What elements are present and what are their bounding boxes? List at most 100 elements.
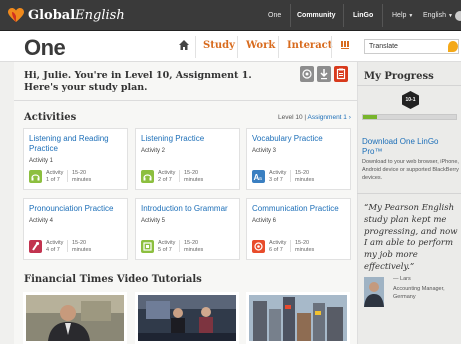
tab-study[interactable]: Study xyxy=(203,40,235,51)
activity-duration: 15-20 minutes xyxy=(72,170,92,183)
activity-duration: 15-20 minutes xyxy=(72,240,92,253)
target-button[interactable] xyxy=(300,66,314,82)
topnav-one[interactable]: One xyxy=(268,0,281,31)
activity-title[interactable]: Listening Practice xyxy=(141,134,239,144)
download-button[interactable] xyxy=(317,66,331,82)
activity-title[interactable]: Pronounciation Practice xyxy=(29,204,127,214)
video-thumbnail-2[interactable] xyxy=(135,292,239,344)
activity-duration: 15-20 minutes xyxy=(184,240,204,253)
video-tutorials-title: Financial Times Video Tutorials xyxy=(24,274,202,285)
apps-grid-icon[interactable] xyxy=(341,41,349,49)
level-badge-label: 10-1 xyxy=(405,97,416,103)
activity-title[interactable]: Communication Practice xyxy=(252,204,350,214)
activity-title[interactable]: Vocabulary Practice xyxy=(252,134,350,144)
progress-bar xyxy=(362,114,457,120)
testimonial-quote: “My Pearson English study plan kept me p… xyxy=(364,203,458,272)
topnav-separator xyxy=(382,4,383,27)
greeting-line-1: Hi, Julie. You're in Level 10, Assignmen… xyxy=(24,70,252,81)
chevron-down-icon: ▼ xyxy=(408,12,414,19)
svg-text:a: a xyxy=(259,176,262,182)
activity-number: Activity 6 xyxy=(252,218,277,224)
communication-icon xyxy=(252,240,265,253)
activity-card-1[interactable]: Listening and Reading Practice Activity … xyxy=(23,128,128,190)
greeting-line-2: Here's your study plan. xyxy=(24,82,148,93)
download-lingo-link[interactable]: Download One LinGo Pro™ xyxy=(362,137,457,157)
grammar-icon xyxy=(141,240,154,253)
activity-number: Activity 4 xyxy=(29,218,54,224)
level-info: Level 10 | Assignment 1 › xyxy=(278,114,351,121)
gear-icon[interactable] xyxy=(455,11,461,21)
level-label: Level 10 xyxy=(278,114,303,121)
clipboard-button[interactable] xyxy=(334,66,348,82)
progress-bar-fill xyxy=(363,115,377,119)
activity-count: Activity 2 of 7 xyxy=(158,170,176,183)
testimonial-photo xyxy=(364,277,384,307)
topnav-community[interactable]: Community xyxy=(297,0,336,31)
globalenglish-logo-icon[interactable] xyxy=(8,8,24,23)
meta-separator xyxy=(179,170,180,182)
activity-card-3[interactable]: Vocabulary Practice Activity 3 Aa Activi… xyxy=(246,128,351,190)
assignment-link[interactable]: Assignment 1 xyxy=(308,114,347,121)
activity-number: Activity 5 xyxy=(141,218,166,224)
nav-separator xyxy=(331,36,332,58)
meta-separator xyxy=(179,240,180,252)
logo-text[interactable]: GlobalEnglish xyxy=(28,8,125,23)
topnav-separator xyxy=(290,4,291,27)
activity-duration: 15-20 minutes xyxy=(295,170,315,183)
activity-count: Activity 5 of 7 xyxy=(158,240,176,253)
activity-number: Activity 1 xyxy=(29,158,54,164)
video-frame-presenter xyxy=(26,295,124,341)
activity-duration: 15-20 minutes xyxy=(184,170,204,183)
activity-count: Activity 6 of 7 xyxy=(269,240,287,253)
activity-card-5[interactable]: Introduction to Grammar Activity 5 Activ… xyxy=(135,198,240,260)
meta-separator xyxy=(67,240,68,252)
topnav-language-label: English xyxy=(423,12,446,19)
home-icon[interactable] xyxy=(179,40,189,50)
headphones-icon xyxy=(141,170,154,183)
activity-count: Activity 3 of 7 xyxy=(269,170,287,183)
brand-one[interactable]: One xyxy=(24,35,66,61)
topnav-separator xyxy=(343,4,344,27)
divider xyxy=(14,100,357,101)
chevron-right-icon[interactable]: › xyxy=(349,114,351,121)
topnav-lingo[interactable]: LinGo xyxy=(353,0,373,31)
my-progress-title: My Progress xyxy=(364,71,434,82)
meta-separator xyxy=(67,170,68,182)
video-thumbnail-3[interactable] xyxy=(246,292,350,344)
download-description: Download to your web browser, iPhone, An… xyxy=(362,159,459,181)
topnav-language[interactable]: English ▼ xyxy=(423,0,453,31)
testimonial-role: Accounting Manager, Germany xyxy=(393,286,445,300)
activity-title[interactable]: Listening and Reading Practice xyxy=(29,134,127,154)
translate-input[interactable] xyxy=(364,39,459,54)
topnav-help-label: Help xyxy=(392,12,407,19)
tab-work[interactable]: Work xyxy=(246,40,275,51)
tab-interact[interactable]: Interact xyxy=(287,40,332,51)
greeting: Hi, Julie. You're in Level 10, Assignmen… xyxy=(24,70,252,94)
activity-title[interactable]: Introduction to Grammar xyxy=(141,204,239,214)
activity-card-4[interactable]: Pronounciation Practice Activity 4 Activ… xyxy=(23,198,128,260)
divider xyxy=(357,85,461,86)
microphone-icon xyxy=(29,240,42,253)
activity-card-6[interactable]: Communication Practice Activity 6 Activi… xyxy=(246,198,351,260)
activity-number: Activity 3 xyxy=(252,148,277,154)
target-icon xyxy=(302,69,312,79)
activity-card-2[interactable]: Listening Practice Activity 2 Activity 2 … xyxy=(135,128,240,190)
divider xyxy=(357,193,461,194)
nav-separator xyxy=(278,36,279,58)
translate-go-icon[interactable] xyxy=(448,41,458,52)
meta-separator xyxy=(290,170,291,182)
video-thumbnail-1[interactable] xyxy=(23,292,127,344)
video-frame-studio xyxy=(138,295,236,341)
activity-number: Activity 2 xyxy=(141,148,166,154)
nav-separator xyxy=(237,36,238,58)
activity-count: Activity 4 of 7 xyxy=(46,240,64,253)
topnav-help[interactable]: Help ▼ xyxy=(392,0,413,31)
meta-separator xyxy=(290,240,291,252)
activity-duration: 15-20 minutes xyxy=(295,240,315,253)
clipboard-icon xyxy=(336,68,346,80)
headphones-icon xyxy=(29,170,42,183)
activities-title: Activities xyxy=(24,112,77,123)
video-frame-city xyxy=(249,295,347,341)
activity-count: Activity 1 of 7 xyxy=(46,170,64,183)
testimonial-name: — Lars xyxy=(393,276,411,282)
